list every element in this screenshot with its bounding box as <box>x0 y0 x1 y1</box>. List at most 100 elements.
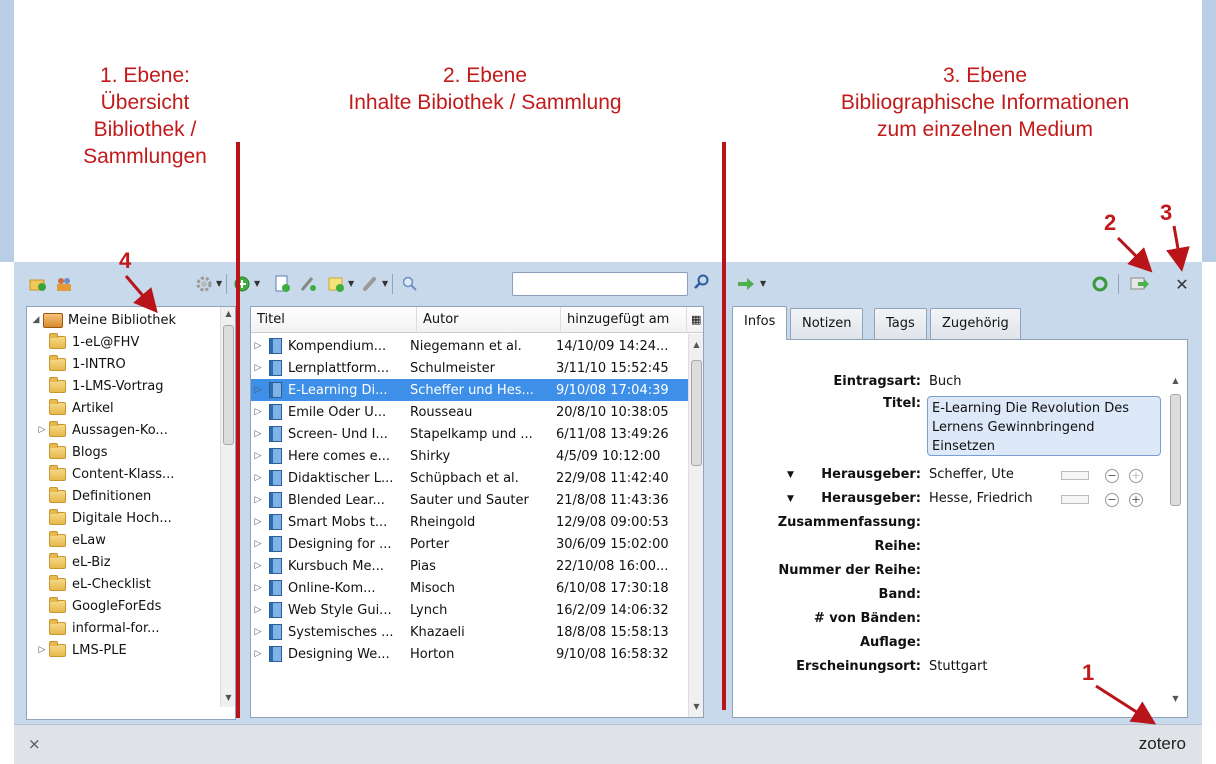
scroll-down-icon[interactable]: ▼ <box>221 691 236 705</box>
table-row[interactable]: ▷ Kursbuch Me... Pias 22/10/08 16:00... <box>251 555 688 577</box>
collection-item[interactable]: Definitionen <box>49 485 245 507</box>
scroll-thumb[interactable] <box>691 360 702 466</box>
collection-item[interactable]: 1-INTRO <box>49 353 245 375</box>
attachment-dropdown-icon[interactable]: ▼ <box>382 279 388 288</box>
remove-creator-icon[interactable]: − <box>1105 493 1119 507</box>
expand-icon[interactable]: ▷ <box>251 429 265 439</box>
expand-icon[interactable]: ▷ <box>35 425 49 435</box>
close-icon[interactable]: ✕ <box>1172 274 1192 294</box>
editor-value[interactable]: Scheffer, Ute <box>929 467 1014 482</box>
table-row[interactable]: ▷ Blended Lear... Sauter und Sauter 21/8/08… <box>251 489 688 511</box>
add-creator-icon[interactable]: + <box>1129 493 1143 507</box>
scroll-down-icon[interactable]: ▼ <box>1168 692 1183 706</box>
locate-arrow-icon[interactable] <box>736 274 756 294</box>
actions-gear-icon[interactable] <box>194 274 214 294</box>
expand-icon[interactable]: ▷ <box>251 517 265 527</box>
expand-icon[interactable]: ▷ <box>251 341 265 351</box>
actions-dropdown-icon[interactable]: ▼ <box>216 279 222 288</box>
new-note-dropdown-icon[interactable]: ▼ <box>348 279 354 288</box>
table-row[interactable]: ▷ Didaktischer L... Schüpbach et al. 22/9/0… <box>251 467 688 489</box>
column-title[interactable]: Titel <box>251 307 417 333</box>
scroll-up-icon[interactable]: ▲ <box>689 338 704 352</box>
type-value[interactable]: Buch <box>929 374 962 389</box>
expand-icon[interactable]: ▷ <box>251 605 265 615</box>
expand-icon[interactable]: ▷ <box>251 649 265 659</box>
expand-icon[interactable]: ▷ <box>251 495 265 505</box>
collection-item[interactable]: informal-for... <box>49 617 245 639</box>
expand-icon[interactable]: ▷ <box>251 539 265 549</box>
add-attachment-icon[interactable] <box>360 274 380 294</box>
collections-scrollbar[interactable]: ▲ ▼ <box>220 307 235 707</box>
add-creator-icon[interactable]: + <box>1129 469 1143 483</box>
new-item-icon[interactable] <box>232 274 252 294</box>
column-picker-icon[interactable]: ▦ <box>691 313 701 326</box>
items-scrollbar[interactable]: ▲ ▼ <box>688 334 703 717</box>
collection-item[interactable]: ▷ LMS-PLE <box>35 639 231 661</box>
info-scrollbar[interactable]: ▲ ▼ <box>1168 370 1183 710</box>
table-row[interactable]: ▷ Designing We... Horton 9/10/08 16:58:32 <box>251 643 688 665</box>
table-row[interactable]: ▷ Kompendium... Niegemann et al. 14/10/09 1… <box>251 335 688 357</box>
expand-icon[interactable]: ▷ <box>251 451 265 461</box>
scroll-up-icon[interactable]: ▲ <box>1168 374 1183 388</box>
scroll-thumb[interactable] <box>223 325 234 445</box>
scroll-up-icon[interactable]: ▲ <box>221 307 236 321</box>
expand-icon[interactable]: ▷ <box>251 627 265 637</box>
tab-notizen[interactable]: Notizen <box>790 308 864 340</box>
remove-creator-icon[interactable]: − <box>1105 469 1119 483</box>
new-group-icon[interactable] <box>54 274 74 294</box>
editor-value[interactable]: Hesse, Friedrich <box>929 491 1033 506</box>
expand-icon[interactable]: ▷ <box>251 473 265 483</box>
scroll-down-icon[interactable]: ▼ <box>689 700 704 714</box>
column-date-added[interactable]: hinzugefügt am <box>561 307 687 333</box>
table-row[interactable]: ▷ Systemisches ... Khazaeli 18/8/08 15:58:1… <box>251 621 688 643</box>
collection-item[interactable]: eL-Checklist <box>49 573 245 595</box>
expand-icon[interactable]: ▷ <box>251 363 265 373</box>
table-row[interactable]: ▷ Smart Mobs t... Rheingold 12/9/08 09:00:5… <box>251 511 688 533</box>
creator-switch[interactable] <box>1061 471 1089 480</box>
collection-item[interactable]: Blogs <box>49 441 245 463</box>
table-row[interactable]: ▷ Screen- Und I... Stapelkamp und ... 6/11/… <box>251 423 688 445</box>
new-item-dropdown-icon[interactable]: ▼ <box>254 279 260 288</box>
column-author[interactable]: Autor <box>417 307 561 333</box>
collection-item[interactable]: 1-LMS-Vortrag <box>49 375 245 397</box>
collection-item[interactable]: 1-eL@FHV <box>49 331 245 353</box>
expand-icon[interactable]: ▷ <box>251 561 265 571</box>
place-value[interactable]: Stuttgart <box>929 659 987 674</box>
expand-icon[interactable]: ▷ <box>35 645 49 655</box>
tab-zugehoerig[interactable]: Zugehörig <box>930 308 1021 340</box>
collection-item[interactable]: eLaw <box>49 529 245 551</box>
add-by-identifier-icon[interactable] <box>298 274 318 294</box>
expand-icon[interactable]: ▷ <box>251 583 265 593</box>
table-row[interactable]: ▷ Designing for ... Porter 30/6/09 15:02:00 <box>251 533 688 555</box>
table-row[interactable]: ▷ Here comes e... Shirky 4/5/09 10:12:00 <box>251 445 688 467</box>
collection-item[interactable]: GoogleForEds <box>49 595 245 617</box>
locate-dropdown-icon[interactable]: ▼ <box>760 279 766 288</box>
table-row[interactable]: ▷ Emile Oder Ü... Rousseau 20/8/10 10:38:05 <box>251 401 688 423</box>
search-input[interactable] <box>512 272 688 296</box>
search-icon[interactable] <box>694 274 1199 294</box>
table-row[interactable]: ▷ Online-Kom... Misoch 6/10/08 17:30:18 <box>251 577 688 599</box>
tab-infos[interactable]: Infos <box>732 306 788 340</box>
expand-icon[interactable]: ▷ <box>251 385 265 395</box>
new-collection-icon[interactable] <box>28 274 48 294</box>
expand-icon[interactable]: ▷ <box>251 407 265 417</box>
scroll-thumb[interactable] <box>1170 394 1181 506</box>
collection-item[interactable]: eL-Biz <box>49 551 245 573</box>
collection-item[interactable]: Artikel <box>49 397 245 419</box>
collection-item[interactable]: ▷ Aussagen-Ko... <box>35 419 231 441</box>
library-row[interactable]: ◢ Meine Bibliothek <box>29 309 225 331</box>
table-row[interactable]: ▷ Lernplattform... Schulmeister 3/11/10 15:… <box>251 357 688 379</box>
status-close-icon[interactable]: × <box>28 735 41 753</box>
tab-tags[interactable]: Tags <box>874 308 927 340</box>
title-field[interactable]: E-Learning Die Revolution Des Lernens Ge… <box>927 396 1161 456</box>
collapse-icon[interactable]: ◢ <box>29 315 43 325</box>
advanced-search-icon[interactable] <box>400 274 420 294</box>
table-row[interactable]: ▷ E-Learning Di... Scheffer und Hes... 9/10… <box>251 379 688 401</box>
sync-icon[interactable] <box>1090 274 1110 294</box>
creator-switch[interactable] <box>1061 495 1089 504</box>
new-note-icon[interactable] <box>326 274 346 294</box>
fullscreen-icon[interactable] <box>1130 274 1150 294</box>
table-row[interactable]: ▷ Web Style Gui... Lynch 16/2/09 14:06:32 <box>251 599 688 621</box>
collection-item[interactable]: Digitale Hoch... <box>49 507 245 529</box>
collection-item[interactable]: Content-Klass... <box>49 463 245 485</box>
